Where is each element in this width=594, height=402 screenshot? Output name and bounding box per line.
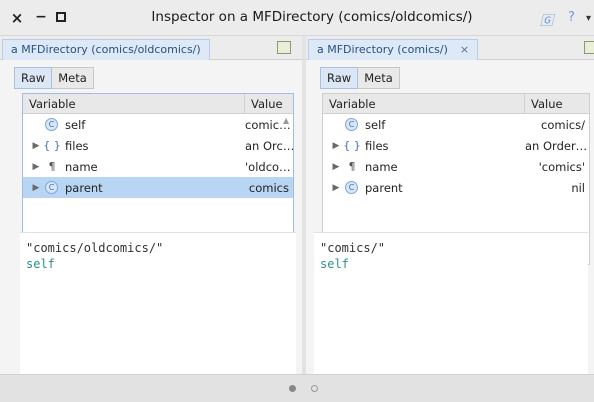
collection-icon: { } bbox=[343, 139, 361, 152]
variable-name: self bbox=[65, 117, 86, 132]
tree-row-name[interactable]: ▶ ¶ name 'oldco… bbox=[23, 156, 293, 177]
tree-row-self[interactable]: C self comic… bbox=[23, 114, 293, 135]
close-tab-icon[interactable]: × bbox=[460, 43, 469, 56]
code-string-line: "comics/oldcomics/" bbox=[26, 241, 164, 255]
window-title: Inspector on a MFDirectory (comics/oldco… bbox=[151, 9, 473, 25]
expand-arrow-icon[interactable]: ▶ bbox=[29, 141, 43, 151]
variable-name: files bbox=[65, 138, 89, 153]
tree-header: Variable Value bbox=[23, 94, 293, 114]
expand-arrow-icon[interactable]: ▶ bbox=[329, 162, 343, 172]
title-bar: × − Inspector on a MFDirectory (comics/o… bbox=[0, 0, 594, 36]
code-evaluator[interactable]: "comics/oldcomics/" self bbox=[20, 232, 296, 384]
pane-tab[interactable]: a MFDirectory (comics/oldcomics/) bbox=[2, 39, 210, 60]
help-icon[interactable]: ? bbox=[568, 10, 575, 25]
variable-name: parent bbox=[365, 180, 403, 195]
pager-footer bbox=[0, 374, 594, 402]
tree-row-self[interactable]: C self comics/ bbox=[323, 114, 589, 135]
tab-raw[interactable]: Raw bbox=[14, 67, 53, 89]
tree-row-parent[interactable]: ▶ C parent nil bbox=[323, 177, 589, 198]
tab-meta[interactable]: Meta bbox=[358, 67, 400, 89]
ghost-icon[interactable]: 🄶 bbox=[540, 10, 553, 29]
expand-arrow-icon[interactable]: ▶ bbox=[29, 183, 43, 193]
subtabs: Raw Meta bbox=[320, 67, 400, 89]
variable-value: an Order… bbox=[525, 138, 588, 153]
class-icon: C bbox=[345, 118, 358, 131]
column-variable[interactable]: Variable bbox=[323, 94, 525, 113]
expand-arrow-icon[interactable]: ▶ bbox=[329, 141, 343, 151]
variable-name: name bbox=[65, 159, 98, 174]
tree-row-parent[interactable]: ▶ C parent comics bbox=[23, 177, 293, 198]
inspector-pane-left: a MFDirectory (comics/oldcomics/) Raw Me… bbox=[0, 36, 302, 384]
variable-name: parent bbox=[65, 180, 103, 195]
menu-chevron-icon[interactable]: ▾ bbox=[586, 13, 591, 24]
expand-arrow-icon[interactable]: ▶ bbox=[29, 162, 43, 172]
tree-header: Variable Value bbox=[323, 94, 589, 114]
variable-name: files bbox=[365, 138, 389, 153]
class-icon: C bbox=[45, 118, 58, 131]
browse-icon[interactable] bbox=[584, 41, 594, 54]
column-value[interactable]: Value bbox=[245, 94, 293, 113]
class-icon: C bbox=[45, 181, 58, 194]
variable-name: self bbox=[365, 117, 386, 132]
tree-row-files[interactable]: ▶ { } files an Order… bbox=[323, 135, 589, 156]
column-variable[interactable]: Variable bbox=[23, 94, 245, 113]
variable-name: name bbox=[365, 159, 398, 174]
page-dot-active[interactable] bbox=[289, 385, 296, 392]
code-string-line: "comics/" bbox=[320, 241, 386, 255]
tree-row-files[interactable]: ▶ { } files an Orc… bbox=[23, 135, 293, 156]
scroll-up-icon[interactable]: ▲ bbox=[283, 116, 289, 125]
tree-row-name[interactable]: ▶ ¶ name 'comics' bbox=[323, 156, 589, 177]
pane-header: a MFDirectory (comics/) × bbox=[306, 36, 594, 60]
code-evaluator[interactable]: "comics/" self bbox=[314, 232, 588, 384]
code-self-line: self bbox=[320, 257, 349, 271]
variable-value: comics/ bbox=[541, 117, 585, 132]
inspector-pane-right: a MFDirectory (comics/) × Raw Meta Variab… bbox=[306, 36, 594, 384]
pane-tab[interactable]: a MFDirectory (comics/) × bbox=[308, 39, 479, 60]
page-dot[interactable] bbox=[311, 385, 318, 392]
tab-raw[interactable]: Raw bbox=[320, 67, 359, 89]
class-icon: C bbox=[345, 181, 358, 194]
variable-value: nil bbox=[571, 180, 585, 195]
string-icon: ¶ bbox=[48, 160, 56, 173]
column-value[interactable]: Value bbox=[525, 94, 589, 113]
pane-header: a MFDirectory (comics/oldcomics/) bbox=[0, 36, 302, 60]
string-icon: ¶ bbox=[348, 160, 356, 173]
browse-icon[interactable] bbox=[277, 41, 291, 54]
code-self-line: self bbox=[26, 257, 55, 271]
collection-icon: { } bbox=[43, 139, 61, 152]
variable-value: 'comics' bbox=[538, 159, 585, 174]
subtabs: Raw Meta bbox=[14, 67, 94, 89]
tab-meta[interactable]: Meta bbox=[52, 67, 94, 89]
expand-arrow-icon[interactable]: ▶ bbox=[329, 183, 343, 193]
